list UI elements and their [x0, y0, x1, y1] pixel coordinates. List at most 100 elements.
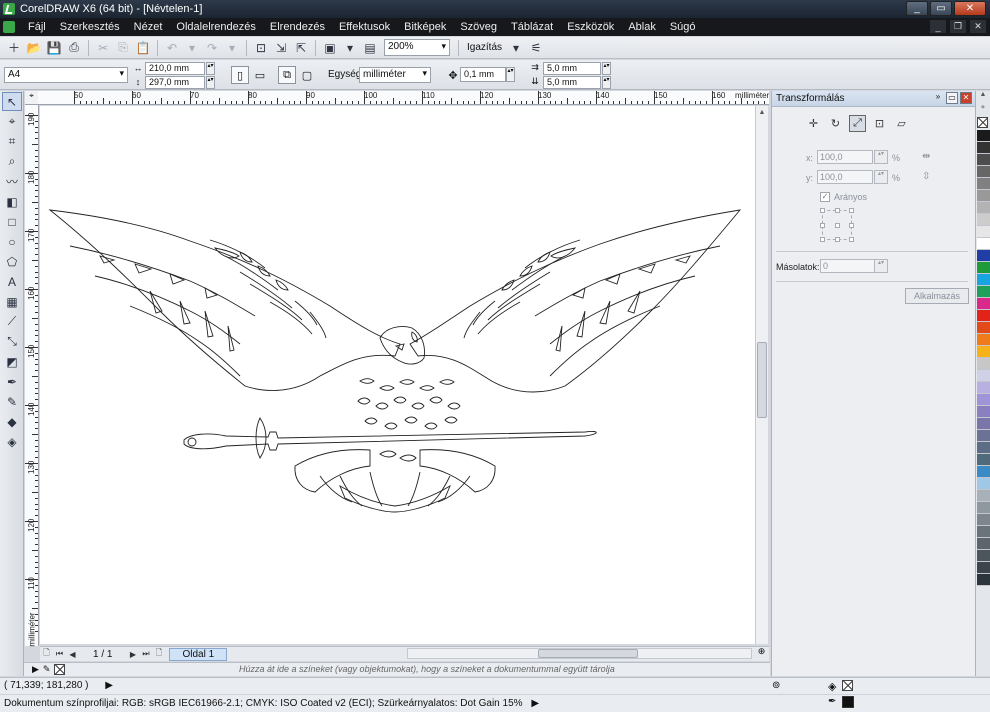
menu-tools[interactable]: Eszközök [560, 21, 621, 33]
color-swatch[interactable] [977, 490, 990, 502]
rectangle-tool-icon[interactable]: □ [2, 212, 22, 231]
color-swatch[interactable] [977, 334, 990, 346]
ruler-origin[interactable]: ⌖ [25, 91, 39, 105]
anchor-top-center[interactable] [835, 208, 840, 213]
horizontal-ruler[interactable]: milliméter 50 60 70 80 90 100 110 120 130 140 150 1… [38, 91, 769, 105]
color-swatch[interactable] [977, 454, 990, 466]
menu-window[interactable]: Ablak [621, 21, 663, 33]
color-swatch[interactable] [977, 442, 990, 454]
color-swatch[interactable] [977, 370, 990, 382]
connector-tool-icon[interactable]: ⤡ [2, 332, 22, 351]
interactive-fill-icon[interactable]: ◈ [2, 432, 22, 451]
doc-restore-button[interactable]: ❐ [950, 20, 966, 33]
palette-scroll-up-icon[interactable]: ▲ [976, 91, 990, 103]
color-swatch[interactable] [977, 394, 990, 406]
blend-tool-icon[interactable]: ◩ [2, 352, 22, 371]
vertical-scroll-thumb[interactable] [757, 342, 767, 418]
menu-text[interactable]: Szöveg [453, 21, 504, 33]
menu-table[interactable]: Táblázat [504, 21, 560, 33]
color-swatch[interactable] [977, 418, 990, 430]
maximize-button[interactable]: ▭ [930, 1, 952, 16]
pick-tool-icon[interactable]: ↖ [2, 92, 22, 111]
eagle-outline-drawing[interactable] [40, 106, 755, 644]
welcome-screen-icon[interactable]: ▤ [361, 39, 379, 57]
fill-none-swatch[interactable] [842, 680, 854, 691]
position-mode-icon[interactable]: ✛ [805, 115, 822, 132]
no-color-swatch[interactable] [54, 664, 66, 675]
copies-input[interactable]: 0 [820, 259, 876, 273]
color-swatch[interactable] [977, 358, 990, 370]
menu-file[interactable]: Fájl [21, 21, 53, 33]
crop-tool-icon[interactable]: ⌗ [2, 132, 22, 151]
profile-expand-icon[interactable]: ▶ [531, 698, 539, 709]
color-eyedropper-icon[interactable]: ✒ [2, 372, 22, 391]
copy-icon[interactable]: ⎘ [114, 39, 132, 57]
page-size-select[interactable]: A4 [4, 67, 128, 83]
color-swatch[interactable] [977, 202, 990, 214]
drawing-canvas[interactable] [40, 106, 755, 644]
table-tool-icon[interactable]: ▦ [2, 292, 22, 311]
menu-bitmaps[interactable]: Bitképek [397, 21, 453, 33]
current-page-icon[interactable]: ▢ [298, 66, 316, 84]
menu-effects[interactable]: Effektusok [332, 21, 397, 33]
application-launcher-icon[interactable]: ▣ [321, 39, 339, 57]
all-pages-icon[interactable]: ⧉ [278, 66, 296, 84]
anchor-bottom-right[interactable] [849, 237, 854, 242]
color-swatch[interactable] [977, 178, 990, 190]
portrait-icon[interactable]: ▯ [231, 66, 249, 84]
open-folder-icon[interactable]: 📂 [25, 39, 43, 57]
y-scale-input[interactable]: 100,0 [817, 170, 873, 184]
color-swatch[interactable] [977, 478, 990, 490]
palette-no-color-swatch[interactable] [977, 117, 988, 128]
palette-flyout-icon[interactable]: ▶ [32, 664, 39, 675]
close-button[interactable]: ✕ [954, 1, 986, 16]
previous-page-icon[interactable]: ◀ [66, 650, 79, 659]
palette-options-icon[interactable]: ⋄ [976, 103, 990, 115]
color-swatch[interactable] [977, 382, 990, 394]
smart-fill-icon[interactable]: ◧ [2, 192, 22, 211]
vertical-scrollbar[interactable]: ▲ [755, 106, 768, 644]
dimension-tool-icon[interactable]: ⟋ [2, 312, 22, 331]
shape-tool-icon[interactable]: ⌖ [2, 112, 22, 131]
vertical-ruler[interactable]: milliméter 190 180 170 160 150 140 130 120 110 [25, 105, 39, 647]
horizontal-scrollbar[interactable] [407, 648, 752, 659]
scroll-up-icon[interactable]: ▲ [756, 106, 768, 119]
anchor-middle-right[interactable] [849, 223, 854, 228]
save-icon[interactable]: 💾 [45, 39, 63, 57]
color-swatch[interactable] [977, 550, 990, 562]
menu-edit[interactable]: Szerkesztés [53, 21, 127, 33]
color-swatch[interactable] [977, 286, 990, 298]
color-swatch[interactable] [977, 466, 990, 478]
options-icon[interactable]: ⚟ [527, 39, 545, 57]
unit-select[interactable]: milliméter [359, 67, 431, 83]
color-swatch[interactable] [977, 214, 990, 226]
color-swatch[interactable] [977, 322, 990, 334]
anchor-point-grid[interactable] [820, 208, 854, 242]
page-width-input[interactable]: 210,0 mm [145, 62, 205, 75]
color-swatch[interactable] [977, 430, 990, 442]
color-swatch[interactable] [977, 574, 990, 586]
zoom-tool-icon[interactable]: ⌕ [2, 152, 22, 171]
undo-icon[interactable]: ↶ [163, 39, 181, 57]
new-icon[interactable]: ＋ [5, 39, 23, 57]
print-icon[interactable]: ⎙ [65, 39, 83, 57]
color-swatch[interactable] [977, 274, 990, 286]
x-scale-input[interactable]: 100,0 [817, 150, 873, 164]
duplicate-x-input[interactable]: 5,0 mm [543, 62, 601, 75]
color-swatch[interactable] [977, 226, 990, 238]
color-swatch[interactable] [977, 562, 990, 574]
page-height-spinner[interactable]: ▴▾ [206, 76, 215, 89]
outline-indicator-icon[interactable]: ✒ [828, 696, 836, 708]
color-profile-text[interactable]: Dokumentum színprofiljai: RGB: sRGB IEC6… [4, 698, 523, 709]
color-swatch[interactable] [977, 190, 990, 202]
duplicate-y-input[interactable]: 5,0 mm [543, 76, 601, 89]
y-scale-spinner[interactable]: ▴▾ [874, 170, 888, 184]
first-page-icon[interactable]: ⏮ [53, 649, 66, 659]
page-width-spinner[interactable]: ▴▾ [206, 62, 215, 75]
navigator-icon[interactable]: ⊕ [755, 646, 768, 661]
horizontal-scroll-thumb[interactable] [538, 649, 638, 658]
anchor-center[interactable] [835, 223, 840, 228]
minimize-button[interactable]: _ [906, 1, 928, 16]
color-swatch[interactable] [977, 346, 990, 358]
color-swatch[interactable] [977, 406, 990, 418]
